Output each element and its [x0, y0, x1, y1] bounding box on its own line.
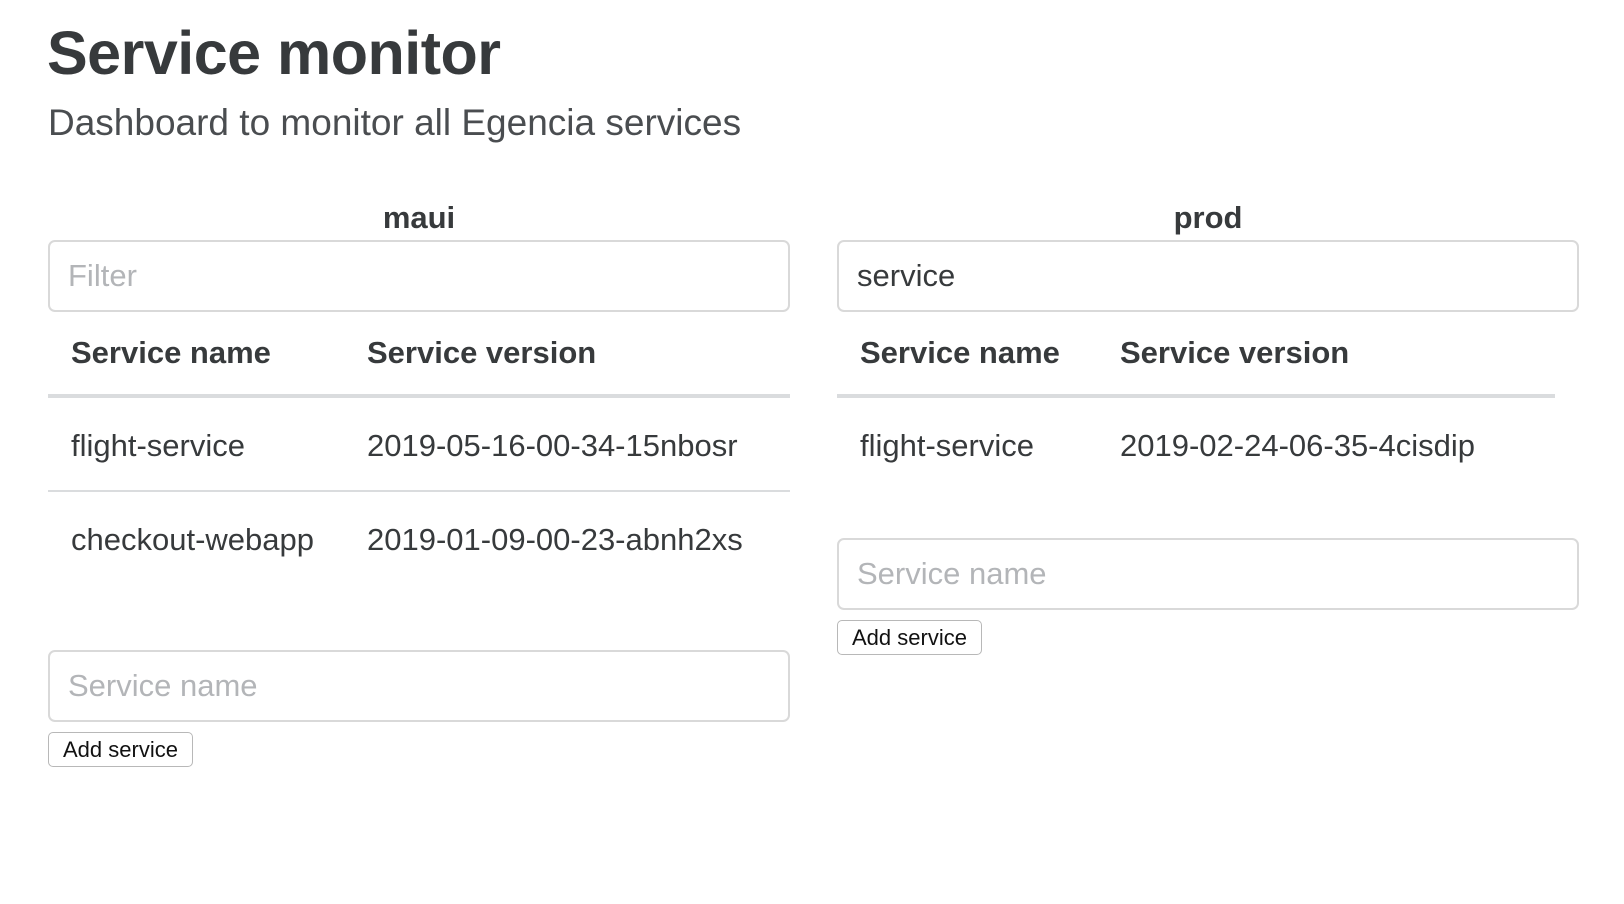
service-version-cell: 2019-02-24-06-35-4cisdip: [1120, 428, 1476, 463]
service-name-cell: checkout-webapp: [48, 490, 344, 584]
column-header-service-version: Service version: [344, 312, 790, 398]
table-row: flight-service 2019-05-16-00-34-15nbosr: [48, 396, 790, 491]
services-table: Service name Service version flight-serv…: [48, 312, 790, 584]
column-header-service-name: Service name: [48, 312, 344, 398]
column-header-service-version: Service version: [1097, 312, 1555, 398]
add-service-button[interactable]: Add service: [48, 732, 193, 767]
services-table: Service name Service version flight-serv…: [837, 312, 1555, 490]
table-row: flight-service 2019-02-24-06-35-4cisdip: [837, 396, 1555, 490]
filter-input[interactable]: [48, 240, 790, 312]
environment-panel-maui: maui Service name Service version flight…: [48, 196, 790, 767]
environment-title: prod: [1173, 200, 1243, 235]
environment-title: maui: [382, 200, 456, 235]
service-name-cell: flight-service: [860, 428, 1034, 463]
page-subtitle: Dashboard to monitor all Egencia service…: [48, 102, 742, 143]
service-name-cell: flight-service: [71, 428, 245, 463]
service-name-input[interactable]: [48, 650, 790, 722]
page-title: Service monitor: [47, 19, 501, 87]
environment-panel-prod: prod Service name Service version flight…: [837, 196, 1579, 655]
table-row: checkout-webapp 2019-01-09-00-23-abnh2xs: [48, 490, 790, 584]
column-header-service-name: Service name: [837, 312, 1097, 398]
table-header-row: Service name Service version: [48, 312, 790, 398]
service-version-cell: 2019-05-16-00-34-15nbosr: [367, 428, 738, 463]
filter-input[interactable]: [837, 240, 1579, 312]
add-service-button[interactable]: Add service: [837, 620, 982, 655]
table-header-row: Service name Service version: [837, 312, 1555, 398]
service-version-cell: 2019-01-09-00-23-abnh2xs: [344, 490, 790, 584]
service-name-input[interactable]: [837, 538, 1579, 610]
